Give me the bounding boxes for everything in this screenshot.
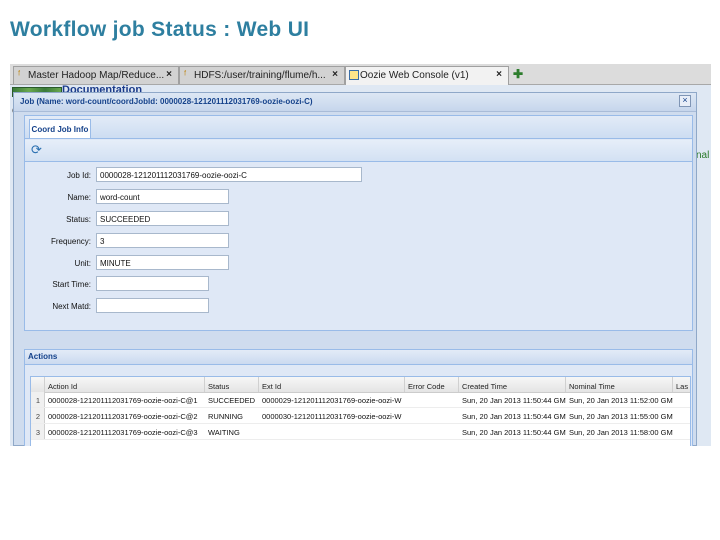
action-id-cell: 0000028-121201112031769-oozie-oozi-C@1 <box>48 396 198 405</box>
background-side-text: nal <box>696 150 710 161</box>
hdfs-favicon-icon: ᶠ <box>184 70 187 81</box>
error-code-cell <box>405 424 459 439</box>
status-cell: WAITING <box>208 428 240 437</box>
close-icon[interactable]: × <box>679 95 691 107</box>
name-field[interactable]: word-count <box>96 189 229 204</box>
dialog-tab-strip: Coord Job Info <box>25 116 692 139</box>
table-row[interactable]: 1 0000028-121201112031769-oozie-oozi-C@1… <box>31 392 690 408</box>
dialog-header[interactable]: Job (Name: word-count/coordJobId: 000002… <box>14 93 696 112</box>
column-header[interactable]: Status <box>205 377 259 392</box>
error-code-cell <box>405 392 459 407</box>
row-number: 1 <box>31 392 45 407</box>
start-time-field[interactable] <box>96 276 209 291</box>
name-label: Name: <box>67 193 91 202</box>
status-cell: SUCCEEDED <box>208 396 256 405</box>
ext-id-cell <box>259 424 405 439</box>
table-row[interactable]: 2 0000028-121201112031769-oozie-oozi-C@2… <box>31 408 690 424</box>
unit-label: Unit: <box>74 259 91 268</box>
actions-table: Action Id Status Ext Id Error Code Creat… <box>30 376 691 446</box>
tab-coord-job-info[interactable]: Coord Job Info <box>29 119 91 138</box>
frequency-field[interactable]: 3 <box>96 233 229 248</box>
row-number: 3 <box>31 424 45 439</box>
close-tab-icon[interactable]: × <box>332 69 338 80</box>
nominal-time-cell: Sun, 20 Jan 2013 11:58:00 GMT <box>569 428 673 437</box>
created-time-cell: Sun, 20 Jan 2013 11:50:44 GMT <box>462 428 566 437</box>
oozie-favicon-icon: o <box>349 70 359 80</box>
documentation-link[interactable]: Documentation <box>62 84 142 92</box>
actions-title: Actions <box>28 352 58 361</box>
column-header[interactable]: Ext Id <box>259 377 405 392</box>
job-id-label: Job Id: <box>66 171 91 180</box>
browser-tab-bar: ᶠ Master Hadoop Map/Reduce... × ᶠ HDFS:/… <box>10 64 711 85</box>
refresh-icon[interactable]: ⟳ <box>31 143 42 157</box>
ext-id-cell: 0000030-121201112031769-oozie-oozi-W <box>262 412 402 421</box>
ext-id-cell: 0000029-121201112031769-oozie-oozi-W <box>262 396 402 405</box>
slide-title: Workflow job Status : Web UI <box>10 18 310 41</box>
coord-job-info-panel: Coord Job Info ⟳ Job Id: 0000028-1212011… <box>24 115 693 331</box>
nominal-time-cell: Sun, 20 Jan 2013 11:55:00 GMT <box>569 412 673 421</box>
column-header[interactable]: Created Time <box>459 377 566 392</box>
job-dialog: Job (Name: word-count/coordJobId: 000002… <box>13 92 697 446</box>
table-row[interactable]: 3 0000028-121201112031769-oozie-oozi-C@3… <box>31 424 690 440</box>
actions-header: Actions <box>25 350 692 365</box>
unit-field[interactable]: MINUTE <box>96 255 229 270</box>
error-code-cell <box>405 408 459 423</box>
close-tab-icon[interactable]: × <box>496 69 502 80</box>
job-info-form: Job Id: 0000028-121201112031769-oozie-oo… <box>25 162 692 330</box>
row-number-header <box>31 377 45 392</box>
column-header[interactable]: Action Id <box>45 377 205 392</box>
status-label: Status: <box>66 215 91 224</box>
column-header[interactable]: Nominal Time <box>566 377 673 392</box>
created-time-cell: Sun, 20 Jan 2013 11:50:44 GMT <box>462 396 566 405</box>
table-header: Action Id Status Ext Id Error Code Creat… <box>31 377 690 393</box>
tab-label: Oozie Web Console (v1) <box>360 70 469 81</box>
next-matd-field[interactable] <box>96 298 209 313</box>
dialog-title: Job (Name: word-count/coordJobId: 000002… <box>20 97 313 106</box>
job-id-field[interactable]: 0000028-121201112031769-oozie-oozi-C <box>96 167 362 182</box>
tab-label: Master Hadoop Map/Reduce... <box>28 70 165 81</box>
column-header[interactable]: Las <box>673 377 690 392</box>
status-cell: RUNNING <box>208 412 243 421</box>
new-tab-icon[interactable]: ✚ <box>513 67 523 81</box>
panel-toolbar: ⟳ <box>25 140 692 162</box>
browser-screenshot: ᶠ Master Hadoop Map/Reduce... × ᶠ HDFS:/… <box>10 64 711 446</box>
column-header[interactable]: Error Code <box>405 377 459 392</box>
browser-tab-hadoop[interactable]: ᶠ Master Hadoop Map/Reduce... × <box>13 66 179 84</box>
tab-label: HDFS:/user/training/flume/h... <box>194 70 326 81</box>
actions-panel: Actions Action Id Status Ext Id Error Co… <box>24 349 693 446</box>
hadoop-favicon-icon: ᶠ <box>18 70 21 81</box>
action-id-cell: 0000028-121201112031769-oozie-oozi-C@3 <box>48 428 198 437</box>
browser-tab-hdfs[interactable]: ᶠ HDFS:/user/training/flume/h... × <box>179 66 345 84</box>
frequency-label: Frequency: <box>50 237 91 246</box>
action-id-cell: 0000028-121201112031769-oozie-oozi-C@2 <box>48 412 198 421</box>
next-matd-label: Next Matd: <box>52 302 91 311</box>
status-field[interactable]: SUCCEEDED <box>96 211 229 226</box>
created-time-cell: Sun, 20 Jan 2013 11:50:44 GMT <box>462 412 566 421</box>
browser-tab-oozie[interactable]: o Oozie Web Console (v1) × <box>345 66 509 85</box>
nominal-time-cell: Sun, 20 Jan 2013 11:52:00 GMT <box>569 396 673 405</box>
start-time-label: Start Time: <box>52 280 91 289</box>
row-number: 2 <box>31 408 45 423</box>
close-tab-icon[interactable]: × <box>166 69 172 80</box>
